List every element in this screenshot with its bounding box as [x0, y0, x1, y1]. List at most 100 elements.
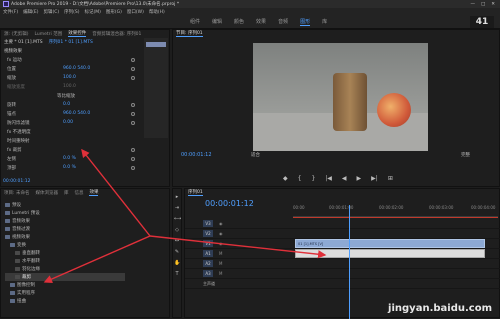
- program-timecode[interactable]: 00:00:01:12: [181, 152, 212, 158]
- mute-icon[interactable]: M: [219, 261, 222, 266]
- tab-audio-mixer[interactable]: 音频剪辑混合器: 序列01: [92, 31, 141, 37]
- pen-tool-icon[interactable]: ✎: [174, 249, 180, 255]
- menu-bar: 文件(F) 编辑(E) 剪辑(C) 序列(S) 标记(M) 图形(G) 窗口(W…: [0, 8, 500, 15]
- effects-folder-audio-transitions[interactable]: 音频过渡: [5, 225, 125, 233]
- add-marker-icon[interactable]: ◆: [283, 175, 288, 182]
- menu-file[interactable]: 文件(F): [3, 9, 18, 15]
- type-tool-icon[interactable]: T: [174, 271, 180, 277]
- tab-media-browser[interactable]: 媒体浏览器: [35, 190, 58, 196]
- effects-folder-video-effects[interactable]: 视频效果: [5, 233, 125, 241]
- timeline-ruler[interactable]: 00:00 00:00:01:00 00:00:02:00 00:00:03:0…: [293, 205, 498, 217]
- workspace-tab-editing[interactable]: 编辑: [212, 18, 222, 26]
- program-video-frame[interactable]: [253, 43, 428, 151]
- mute-icon[interactable]: M: [219, 271, 222, 276]
- effect-controls-timecode[interactable]: 00:00:01:12: [3, 179, 30, 184]
- tab-source[interactable]: 源: (无剪辑): [4, 31, 28, 37]
- step-back-icon[interactable]: ◀: [342, 175, 347, 182]
- hand-tool-icon[interactable]: ✋: [174, 260, 180, 266]
- tab-lumetri-scopes[interactable]: Lumetri 范围: [34, 31, 62, 37]
- mark-in-icon[interactable]: {: [298, 175, 302, 182]
- resolution-select[interactable]: 完整: [461, 152, 470, 158]
- menu-help[interactable]: 帮助(H): [149, 9, 165, 15]
- reset-icon[interactable]: [131, 147, 135, 152]
- keyframe-icon[interactable]: [131, 75, 135, 80]
- selection-tool-icon[interactable]: ▸: [174, 194, 180, 200]
- eye-icon[interactable]: ◉: [219, 241, 223, 246]
- maximize-button[interactable]: □: [481, 2, 485, 7]
- effect-vertical-flip[interactable]: 垂直翻转: [5, 249, 125, 257]
- slip-tool-icon[interactable]: ↔: [174, 238, 180, 244]
- effects-folder-distort[interactable]: 扭曲: [5, 297, 125, 305]
- effect-row-top[interactable]: 顶部 0.0 %: [1, 163, 169, 172]
- eye-icon[interactable]: ◉: [219, 221, 223, 226]
- ripple-edit-tool-icon[interactable]: ⟷: [174, 216, 181, 222]
- zoom-select[interactable]: 适合: [251, 152, 260, 158]
- menu-window[interactable]: 窗口(W): [127, 9, 144, 15]
- track-select-tool-icon[interactable]: ⇥: [174, 205, 180, 211]
- export-frame-icon[interactable]: ⊞: [388, 175, 393, 182]
- effect-controls-mini-timeline[interactable]: [144, 38, 168, 138]
- close-button[interactable]: ✕: [491, 2, 495, 7]
- effects-folder-transform[interactable]: 变换: [5, 241, 125, 249]
- effects-folder-image-control[interactable]: 图像控制: [5, 281, 125, 289]
- go-to-out-icon[interactable]: ▶|: [371, 175, 378, 182]
- tab-effects[interactable]: 效果: [89, 189, 99, 196]
- menu-edit[interactable]: 编辑(E): [23, 9, 38, 15]
- minimize-button[interactable]: —: [470, 2, 475, 7]
- workspace-tab-assembly[interactable]: 组件: [190, 18, 200, 26]
- mute-icon[interactable]: M: [219, 251, 222, 256]
- tab-info[interactable]: 信息: [74, 190, 83, 196]
- keyframe-icon[interactable]: [131, 120, 135, 125]
- effects-folder-audio-effects[interactable]: 音频效果: [5, 217, 125, 225]
- effect-feather-edges[interactable]: 羽化边缘: [5, 265, 125, 273]
- workspace-tab-audio[interactable]: 音频: [278, 18, 288, 26]
- video-clip[interactable]: 01 [1].MTS [V]: [295, 239, 485, 248]
- effects-folder-utility[interactable]: 实用程序: [5, 289, 125, 297]
- workspace-tab-libraries[interactable]: 库: [322, 18, 327, 26]
- track-v3[interactable]: V3 ◉: [185, 219, 500, 229]
- track-a2[interactable]: A2 M: [185, 259, 500, 269]
- track-master[interactable]: 主声道: [185, 279, 500, 289]
- effect-row-crop[interactable]: fx 裁剪: [1, 145, 169, 154]
- play-icon[interactable]: ▶: [357, 175, 362, 182]
- keyframe-icon[interactable]: [131, 156, 135, 161]
- keyframe-icon[interactable]: [131, 165, 135, 170]
- effects-folder-lumetri[interactable]: Lumetri 预设: [5, 209, 125, 217]
- video-apple-object: [377, 93, 411, 127]
- menu-graphics[interactable]: 图形(G): [106, 9, 122, 15]
- menu-clip[interactable]: 剪辑(C): [43, 9, 59, 15]
- go-to-in-icon[interactable]: |◀: [325, 175, 332, 182]
- keyframe-icon[interactable]: [131, 102, 135, 107]
- track-v1[interactable]: V1 ◉ 01 [1].MTS [V]: [185, 239, 500, 249]
- timeline-timecode[interactable]: 00:00:01:12: [205, 199, 254, 208]
- tab-effect-controls[interactable]: 效果控件: [68, 30, 87, 37]
- mark-out-icon[interactable]: }: [311, 175, 315, 182]
- effect-row-left[interactable]: 左侧 0.0 %: [1, 154, 169, 163]
- keyframe-icon[interactable]: [131, 66, 135, 71]
- playhead[interactable]: [349, 205, 350, 319]
- video-cylinder-object: [333, 73, 367, 131]
- mini-timeline-clip[interactable]: [146, 42, 166, 47]
- workspace-tab-color[interactable]: 颜色: [234, 18, 244, 26]
- track-a3[interactable]: A3 M: [185, 269, 500, 279]
- workspace-tab-graphics[interactable]: 图形: [300, 18, 311, 26]
- keyframe-icon[interactable]: [131, 111, 135, 116]
- audio-clip[interactable]: [295, 249, 485, 258]
- tab-libraries[interactable]: 库: [64, 190, 69, 196]
- menu-marker[interactable]: 标记(M): [85, 9, 101, 15]
- track-a1[interactable]: A1 M: [185, 249, 500, 259]
- eye-icon[interactable]: ◉: [219, 231, 223, 236]
- effect-horizontal-flip[interactable]: 水平翻转: [5, 257, 125, 265]
- effects-folder-presets[interactable]: 预设: [5, 201, 125, 209]
- reset-icon[interactable]: [131, 57, 135, 62]
- razor-tool-icon[interactable]: ◇: [174, 227, 180, 233]
- effect-crop[interactable]: 裁剪: [5, 273, 125, 281]
- effects-tree: 预设 Lumetri 预设 音频效果 音频过渡 视频效果 变换 垂直翻转 水平翻…: [5, 201, 125, 305]
- workspace-tab-effects[interactable]: 效果: [256, 18, 266, 26]
- effects-panel: 项目: 未命名 媒体浏览器 库 信息 效果 预设 Lumetri 预设 音频效果…: [0, 188, 170, 318]
- tab-project[interactable]: 项目: 未命名: [4, 190, 29, 196]
- track-v2[interactable]: V2 ◉: [185, 229, 500, 239]
- timeline-sequence-tab[interactable]: 序列01: [188, 189, 203, 196]
- menu-sequence[interactable]: 序列(S): [64, 9, 79, 15]
- program-monitor-title[interactable]: 节目: 序列01: [176, 30, 203, 37]
